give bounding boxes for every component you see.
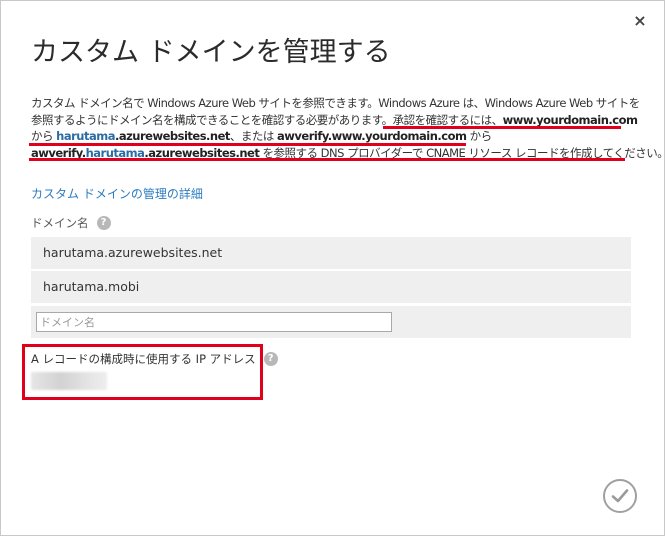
domain-suffix: .azurewebsites.net [114, 129, 230, 143]
domain-input-row [31, 306, 631, 338]
ip-address-value-redacted [31, 372, 107, 390]
annotation-underline [29, 143, 466, 146]
ip-address-label: A レコードの構成時に使用する IP アドレス ? [31, 351, 278, 367]
confirm-button[interactable] [603, 479, 637, 513]
dialog: × カスタム ドメインを管理する カスタム ドメイン名で Windows Azu… [0, 0, 665, 536]
domain-row: harutama.mobi [31, 271, 631, 303]
domain-name-label: ドメイン名 ? [31, 215, 111, 231]
manage-domains-details-link[interactable]: カスタム ドメインの管理の詳細 [31, 186, 203, 202]
description-text: から [31, 129, 57, 143]
site-name-highlight: harutama [56, 129, 115, 143]
description-text: 、または [229, 129, 278, 143]
description-line-1: カスタム ドメイン名で Windows Azure Web サイトを参照できます… [31, 96, 640, 110]
domain-row: harutama.azurewebsites.net [31, 237, 631, 269]
annotation-underline [29, 158, 625, 161]
close-icon[interactable]: × [631, 12, 649, 30]
help-icon[interactable]: ? [263, 352, 278, 366]
domain-value: harutama.mobi [43, 279, 140, 294]
checkmark-icon [611, 489, 629, 503]
domain-example: www.yourdomain.com [502, 112, 638, 127]
annotation-underline [383, 126, 621, 129]
ip-address-label-text: A レコードの構成時に使用する IP アドレス [31, 352, 256, 366]
description-text: から [466, 129, 493, 143]
domain-value: harutama.azurewebsites.net [43, 245, 223, 260]
help-icon[interactable]: ? [96, 216, 111, 230]
dialog-title: カスタム ドメインを管理する [31, 37, 391, 68]
description-text: 参照するようにドメイン名を構成できることを確認する必要があります。 [31, 112, 393, 127]
domain-name-input[interactable] [36, 312, 392, 332]
domain-name-label-text: ドメイン名 [31, 216, 89, 230]
verify-domain-example: awverify.www.yourdomain.com [277, 129, 467, 143]
description-text: 承認を確認するには、 [392, 112, 504, 127]
